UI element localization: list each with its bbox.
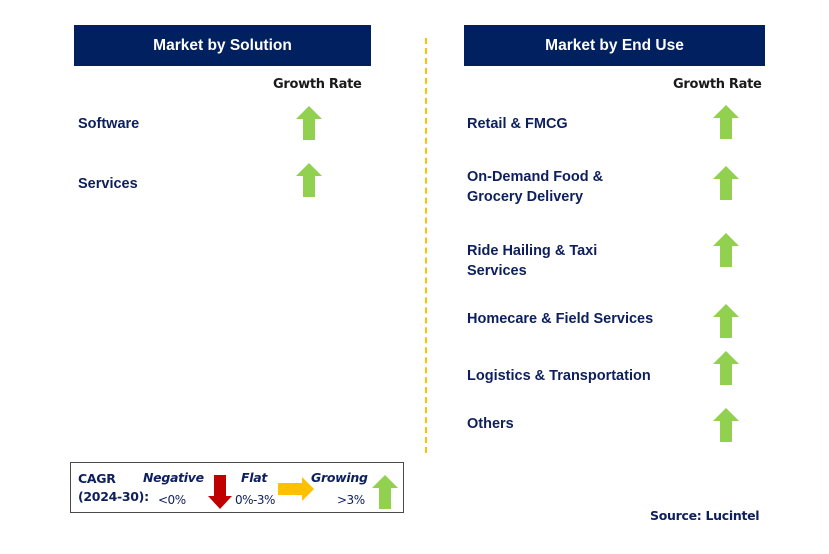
- cagr-legend: CAGR (2024-30): Negative <0% Flat 0%-3% …: [70, 462, 404, 513]
- end-use-item-label: Logistics & Transportation: [467, 368, 651, 384]
- cagr-label-line2: (2024-30):: [78, 489, 149, 504]
- legend-growing-range: >3%: [337, 493, 365, 507]
- cagr-label-line1: CAGR: [78, 471, 116, 486]
- legend-flat-range: 0%-3%: [235, 493, 275, 507]
- end-use-item-label: Homecare & Field Services: [467, 311, 654, 327]
- solution-item-label: Services: [78, 176, 138, 192]
- arrow-up-icon: [372, 475, 398, 509]
- arrow-up-icon: [713, 105, 739, 139]
- end-use-header: Market by End Use: [464, 25, 765, 66]
- solution-item-label: Software: [78, 116, 140, 132]
- end-use-item-label: Ride Hailing & Taxi Services: [467, 243, 598, 279]
- solution-header-title: Market by Solution: [153, 36, 292, 54]
- panel-divider: [425, 38, 427, 453]
- solution-growth-rate-header: Growth Rate: [273, 77, 362, 92]
- cagr-label: CAGR (2024-30):: [78, 470, 149, 506]
- arrow-up-icon: [713, 166, 739, 200]
- arrow-up-icon: [713, 351, 739, 385]
- end-use-item-label: On-Demand Food & Grocery Delivery: [467, 169, 604, 205]
- legend-negative-range: <0%: [158, 493, 186, 507]
- arrow-up-icon: [713, 408, 739, 442]
- arrow-up-icon: [713, 304, 739, 338]
- arrow-up-icon: [296, 106, 322, 140]
- legend-flat-title: Flat: [241, 470, 268, 485]
- legend-negative-title: Negative: [143, 470, 204, 485]
- arrow-up-icon: [713, 233, 739, 267]
- end-use-growth-rate-header: Growth Rate: [673, 77, 762, 92]
- legend-growing-title: Growing: [311, 470, 368, 485]
- arrow-down-icon: [208, 475, 232, 509]
- arrow-right-icon: [278, 477, 314, 501]
- solution-header: Market by Solution: [74, 25, 371, 66]
- end-use-item-label: Retail & FMCG: [467, 116, 568, 132]
- end-use-header-title: Market by End Use: [545, 36, 684, 54]
- arrow-up-icon: [296, 163, 322, 197]
- source-label: Source: Lucintel: [650, 508, 760, 523]
- end-use-item-label: Others: [467, 416, 514, 432]
